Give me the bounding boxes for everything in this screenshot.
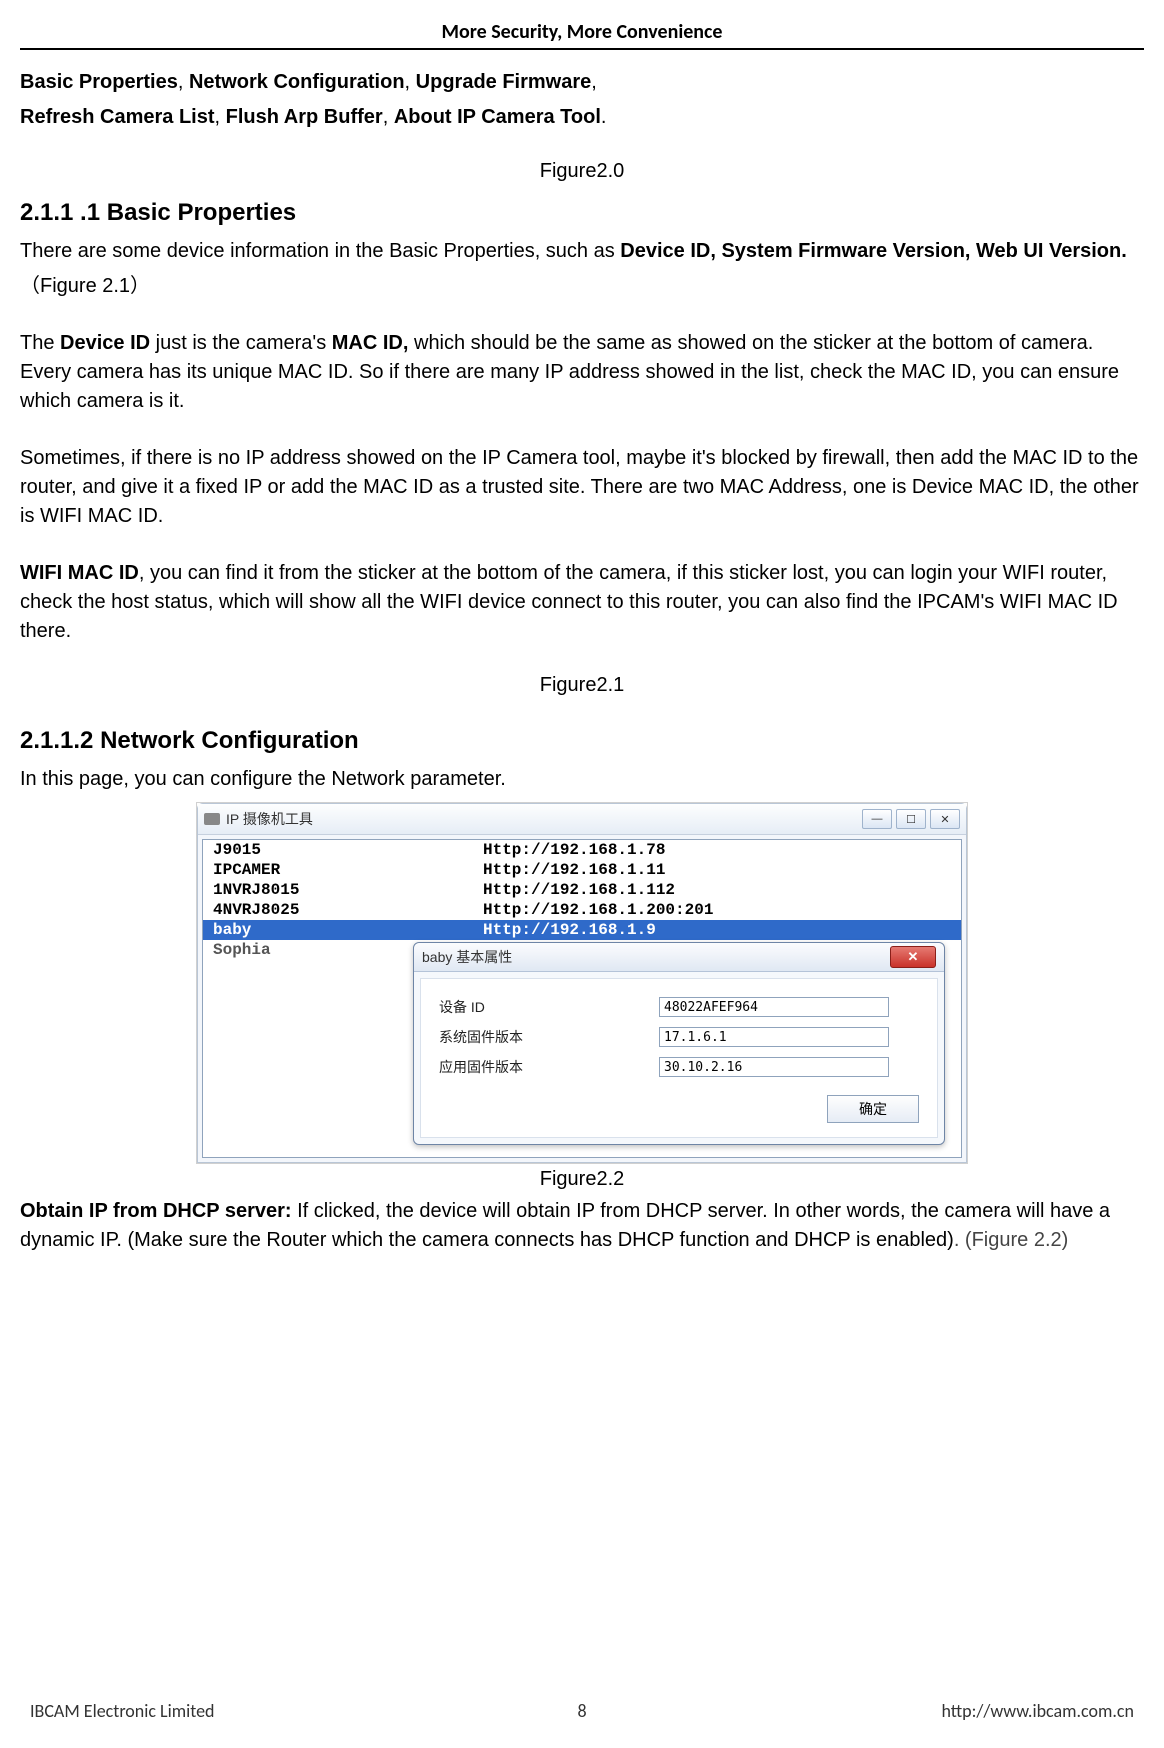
sec211-p4: WIFI MAC ID, you can find it from the st… — [20, 559, 1144, 646]
ok-button[interactable]: 确定 — [827, 1095, 919, 1123]
maximize-button[interactable]: ☐ — [896, 809, 926, 829]
form-row-sys-fw: 系统固件版本 17.1.6.1 — [439, 1027, 919, 1047]
list-item-selected[interactable]: babyHttp://192.168.1.9 — [203, 920, 961, 940]
list-item[interactable]: J9015Http://192.168.1.78 — [203, 840, 961, 860]
minimize-button[interactable]: — — [862, 809, 892, 829]
sec211-p2: The Device ID just is the camera's MAC I… — [20, 329, 1144, 416]
camera-icon — [204, 813, 220, 825]
header-divider — [20, 48, 1144, 50]
camera-list: J9015Http://192.168.1.78 IPCAMERHttp://1… — [202, 839, 962, 1158]
dialog-titlebar[interactable]: baby 基本属性 ✕ — [414, 943, 944, 972]
form-row-device-id: 设备 ID 48022AFEF964 — [439, 997, 919, 1017]
properties-dialog: baby 基本属性 ✕ 设备 ID 48022AFEF964 系统固件版本 17… — [413, 942, 945, 1145]
value-sys-fw[interactable]: 17.1.6.1 — [659, 1027, 889, 1047]
ip-tool-title: IP 摄像机工具 — [226, 809, 313, 829]
page-header: More Security, More Convenience — [20, 20, 1144, 48]
sec2112-p1: In this page, you can configure the Netw… — [20, 765, 1144, 794]
intro-line1: Basic Properties, Network Configuration,… — [20, 68, 1144, 97]
value-app-fw[interactable]: 30.10.2.16 — [659, 1057, 889, 1077]
ip-tool-titlebar[interactable]: IP 摄像机工具 — ☐ ✕ — [198, 804, 966, 835]
list-item[interactable]: IPCAMERHttp://192.168.1.11 — [203, 860, 961, 880]
footer-page-number: 8 — [30, 1700, 1134, 1722]
sec211-p1: There are some device information in the… — [20, 237, 1144, 266]
label-sys-fw: 系统固件版本 — [439, 1027, 659, 1047]
section-2-1-1-1-title: 2.1.1 .1 Basic Properties — [20, 199, 1144, 227]
figure-2-1-label: Figure2.1 — [20, 674, 1144, 697]
figure-2-0-label: Figure2.0 — [20, 160, 1144, 183]
form-row-app-fw: 应用固件版本 30.10.2.16 — [439, 1057, 919, 1077]
dhcp-paragraph: Obtain IP from DHCP server: If clicked, … — [20, 1197, 1144, 1255]
sec211-p1b: （Figure 2.1） — [20, 272, 1144, 301]
ip-tool-window: IP 摄像机工具 — ☐ ✕ J9015Http://192.168.1.78 … — [196, 802, 968, 1164]
section-2-1-1-2-title: 2.1.1.2 Network Configuration — [20, 727, 1144, 755]
value-device-id[interactable]: 48022AFEF964 — [659, 997, 889, 1017]
intro-line2: Refresh Camera List, Flush Arp Buffer, A… — [20, 103, 1144, 132]
label-app-fw: 应用固件版本 — [439, 1057, 659, 1077]
list-item[interactable]: 4NVRJ8025Http://192.168.1.200:201 — [203, 900, 961, 920]
list-item[interactable]: 1NVRJ8015Http://192.168.1.112 — [203, 880, 961, 900]
sec211-p3: Sometimes, if there is no IP address sho… — [20, 444, 1144, 531]
label-device-id: 设备 ID — [439, 997, 659, 1017]
page-footer: IBCAM Electronic Limited 8 http://www.ib… — [30, 1700, 1134, 1722]
dialog-close-button[interactable]: ✕ — [890, 946, 936, 968]
dialog-title-text: baby 基本属性 — [422, 947, 512, 967]
window-close-button[interactable]: ✕ — [930, 809, 960, 829]
figure-2-2-label: Figure2.2 — [20, 1168, 1144, 1191]
